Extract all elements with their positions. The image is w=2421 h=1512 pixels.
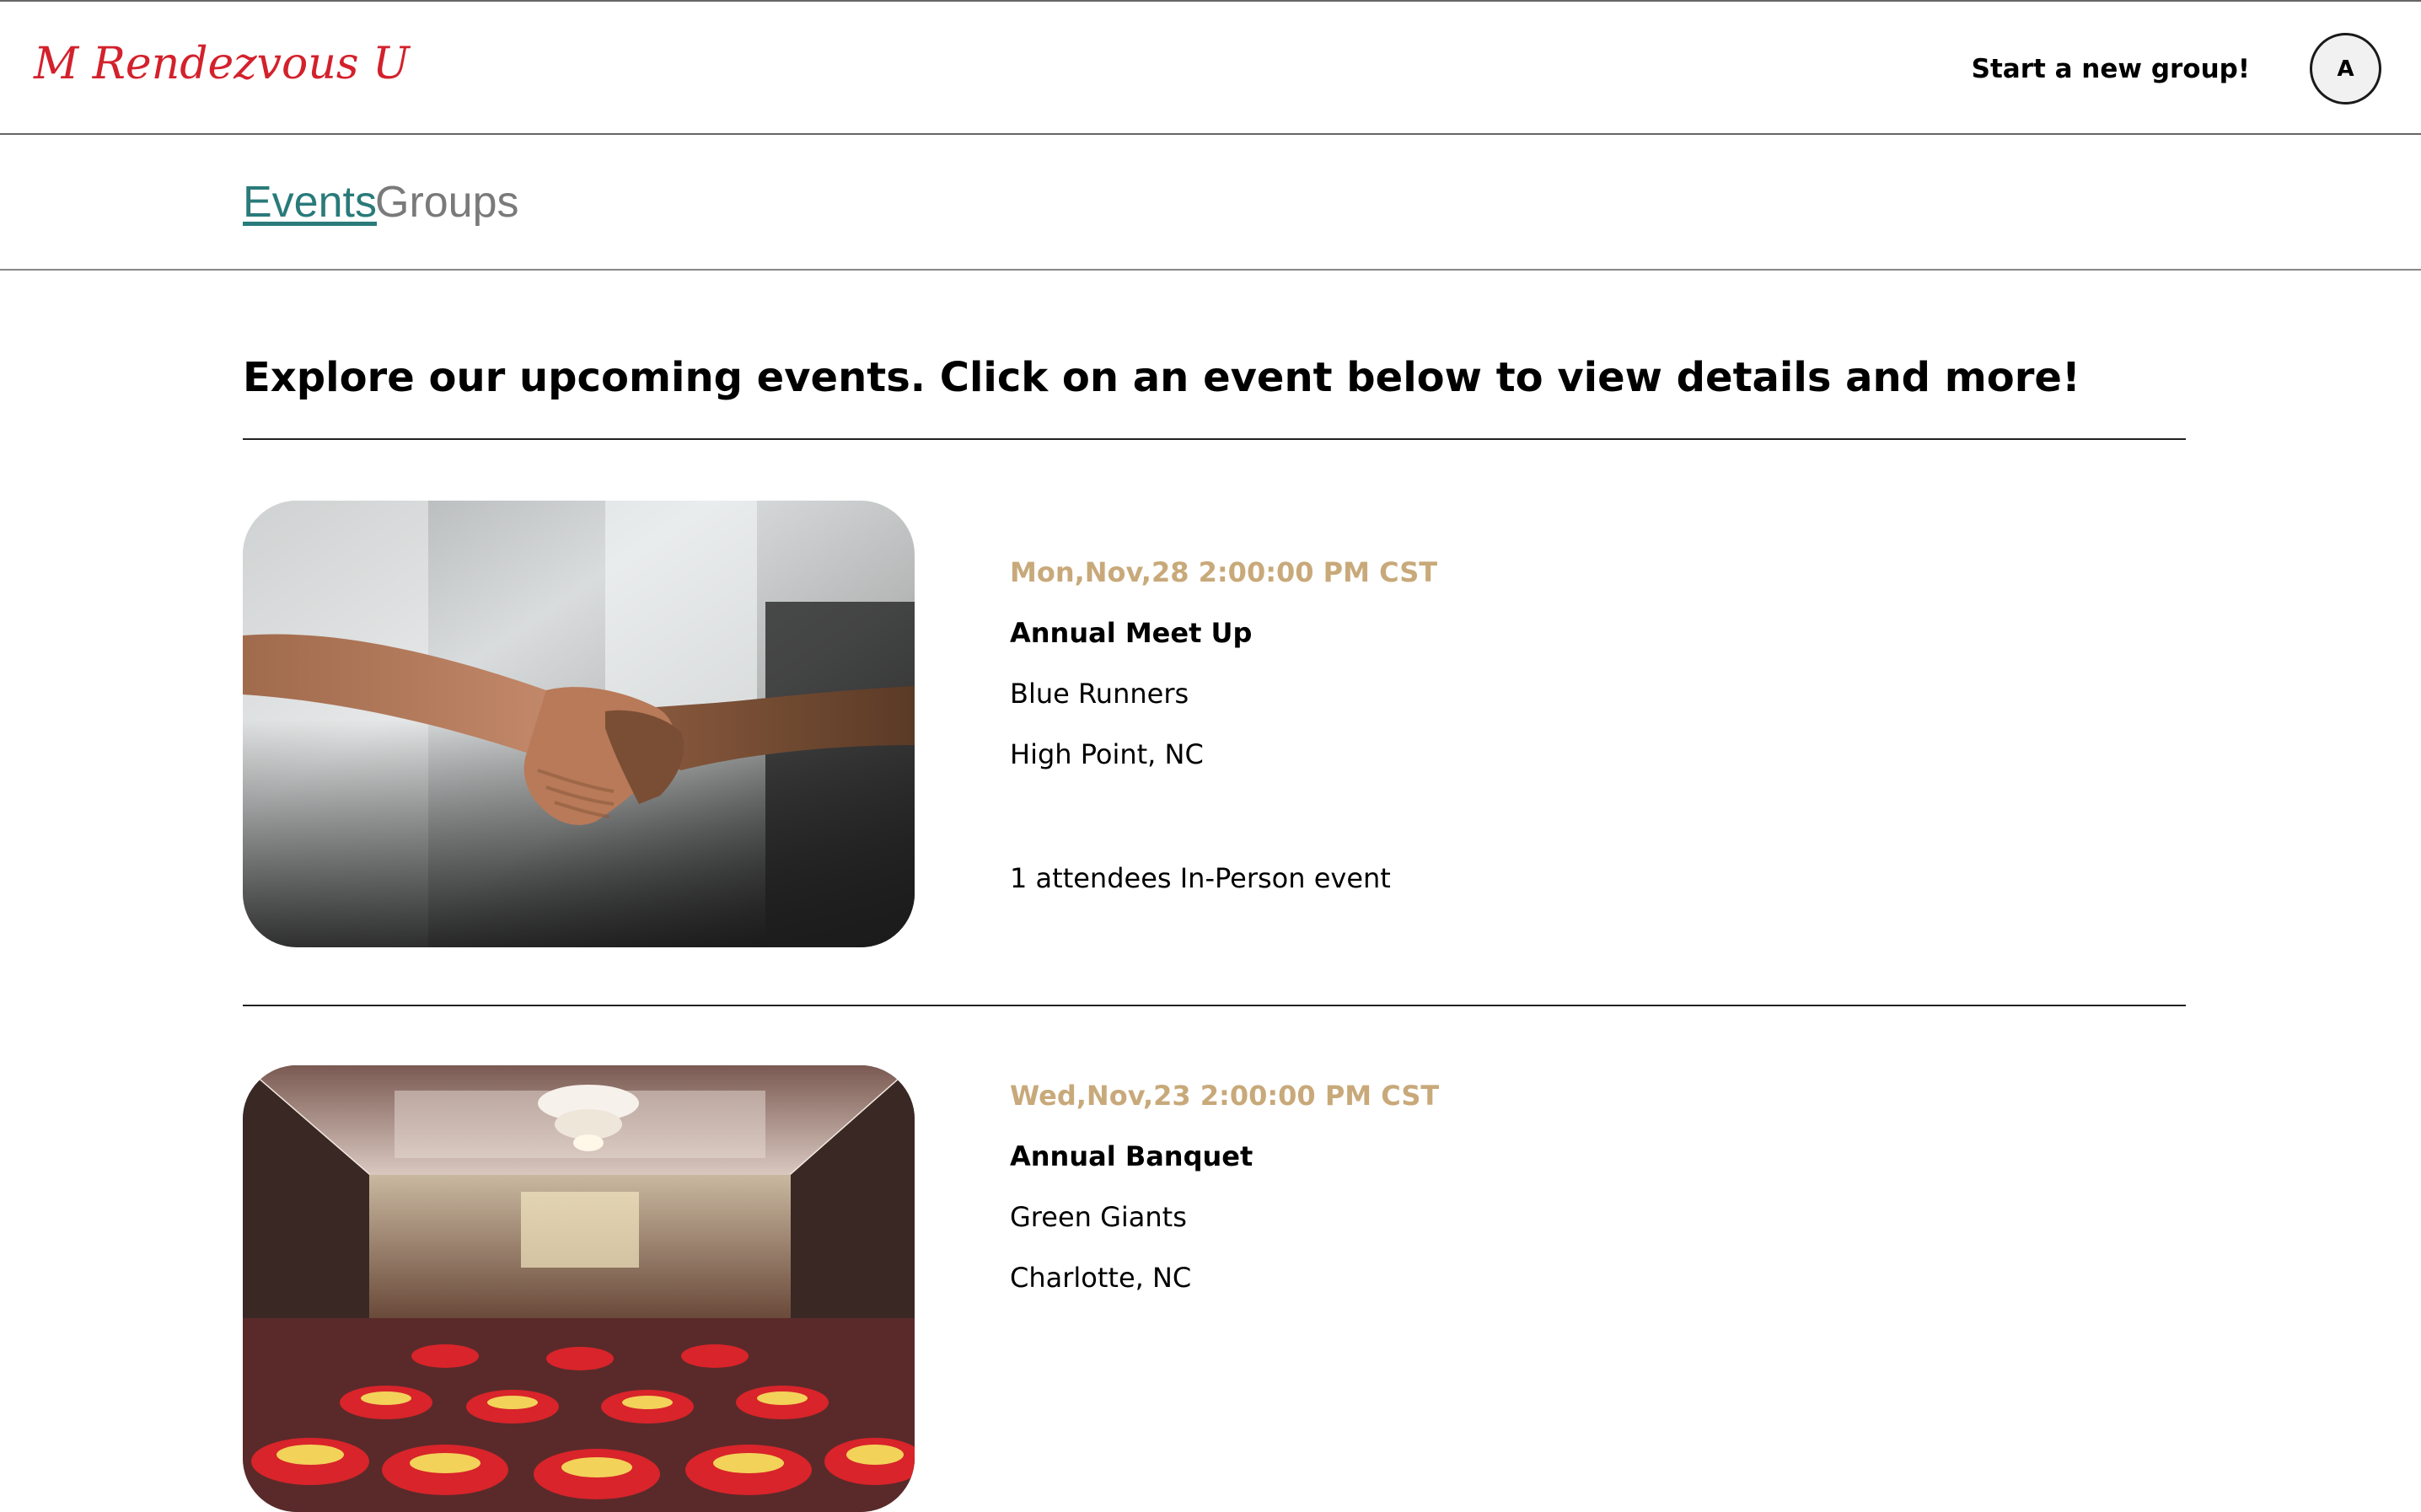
- event-group: Blue Runners: [1010, 678, 1189, 710]
- avatar-initial: A: [2337, 56, 2354, 82]
- event-location: Charlotte, NC: [1010, 1262, 1192, 1294]
- event-title: Annual Banquet: [1010, 1140, 1253, 1172]
- event-title: Annual Meet Up: [1010, 617, 1253, 649]
- section-tabs: Events Groups: [0, 135, 2421, 271]
- event-details-1[interactable]: Mon,Nov,28 2:00:00 PM CST Annual Meet Up…: [1010, 556, 1437, 894]
- tab-groups[interactable]: Groups: [375, 177, 519, 228]
- banquet-hall-photo: [243, 1065, 915, 1512]
- event-date: Wed,Nov,23 2:00:00 PM CST: [1010, 1080, 1440, 1112]
- top-bar: M Rendezvous U Start a new group! A: [0, 0, 2421, 135]
- handshake-photo: [243, 501, 915, 947]
- event-date: Mon,Nov,28 2:00:00 PM CST: [1010, 556, 1438, 588]
- event-image-handshake[interactable]: [243, 501, 915, 947]
- event-location: High Point, NC: [1010, 738, 1204, 770]
- site-logo[interactable]: M Rendezvous U: [34, 39, 410, 89]
- event-divider: [243, 1005, 2186, 1006]
- start-new-group-link[interactable]: Start a new group!: [1972, 54, 2250, 84]
- page-headline: Explore our upcoming events. Click on an…: [243, 354, 2080, 401]
- event-image-banquet[interactable]: [243, 1065, 915, 1512]
- headline-divider: [243, 438, 2186, 440]
- event-details-2[interactable]: Wed,Nov,23 2:00:00 PM CST Annual Banquet…: [1010, 1080, 1439, 1294]
- event-group: Green Giants: [1010, 1201, 1187, 1233]
- event-attendees: 1 attendees In-Person event: [1010, 862, 1391, 894]
- profile-avatar-button[interactable]: A: [2310, 33, 2381, 105]
- tab-events[interactable]: Events: [243, 177, 377, 228]
